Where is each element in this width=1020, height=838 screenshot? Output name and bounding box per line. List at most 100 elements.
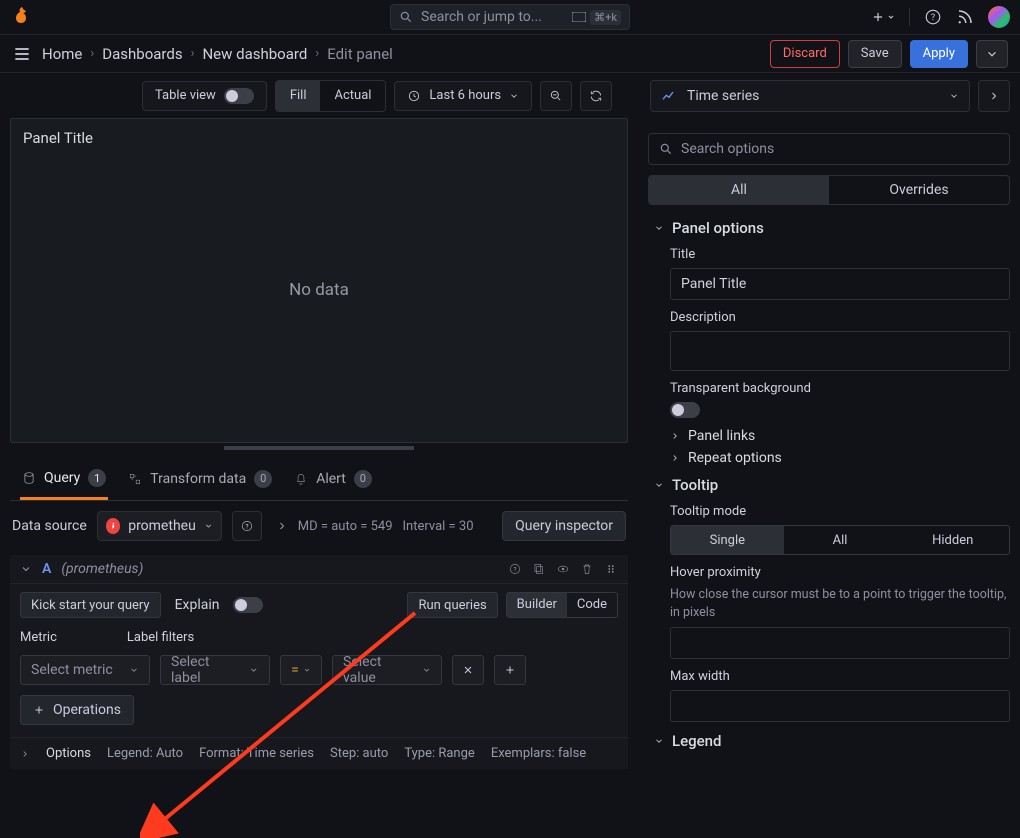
apply-button[interactable]: Apply — [910, 40, 968, 68]
opt-step: Step: auto — [330, 746, 388, 761]
plus-icon — [33, 704, 45, 716]
hamburger-icon — [12, 44, 32, 64]
tab-all[interactable]: All — [649, 176, 829, 204]
visualization-picker[interactable]: Time series — [650, 80, 970, 112]
drag-icon[interactable] — [604, 562, 618, 576]
operator-label: = — [291, 662, 299, 678]
builder-button[interactable]: Builder — [507, 593, 567, 617]
visualization-label: Time series — [687, 88, 939, 104]
collapse-button[interactable] — [978, 80, 1010, 112]
time-range-picker[interactable]: Last 6 hours — [394, 81, 532, 111]
builder-code-segment: Builder Code — [506, 592, 618, 618]
remove-filter-button[interactable] — [452, 655, 484, 685]
panel-preview: Panel Title No data — [10, 118, 628, 443]
save-button[interactable]: Save — [848, 40, 902, 68]
options-search-input[interactable]: Search options — [648, 133, 1010, 165]
chevron-down-icon[interactable] — [20, 563, 32, 575]
crumb-dashboards[interactable]: Dashboards — [102, 45, 182, 63]
help-icon[interactable]: ? — [508, 562, 522, 576]
explain-label: Explain — [175, 597, 220, 613]
tab-transform[interactable]: Transform data 0 — [126, 461, 274, 500]
fill-button[interactable]: Fill — [276, 81, 321, 111]
tab-alert[interactable]: Alert 0 — [292, 461, 374, 500]
table-view-toggle[interactable]: Table view — [142, 81, 267, 111]
chevron-down-icon — [654, 480, 664, 490]
query-inspector-button[interactable]: Query inspector — [502, 511, 626, 541]
hover-prox-input[interactable] — [670, 627, 1010, 659]
explain-toggle[interactable] — [233, 597, 263, 613]
chart-icon — [661, 88, 677, 104]
menu-toggle[interactable] — [12, 44, 32, 64]
discard-button[interactable]: Discard — [770, 40, 840, 68]
tab-transform-label: Transform data — [150, 471, 246, 487]
chevron-down-icon — [422, 665, 431, 675]
panel-links-section[interactable]: Panel links — [670, 428, 1010, 444]
trash-icon[interactable] — [580, 562, 594, 576]
query-letter: A — [42, 561, 51, 577]
user-avatar[interactable] — [988, 6, 1010, 28]
global-search-input[interactable]: Search or jump to... ⌘+k — [390, 4, 630, 30]
repeat-options-section[interactable]: Repeat options — [670, 450, 1010, 466]
toggle-options-button[interactable] — [976, 40, 1008, 68]
opt-format: Format: Time series — [199, 746, 314, 761]
run-queries-button[interactable]: Run queries — [407, 592, 497, 618]
code-button[interactable]: Code — [567, 593, 617, 617]
select-value-placeholder: Select value — [343, 654, 412, 686]
crumb-new-dashboard[interactable]: New dashboard — [202, 45, 307, 63]
kick-start-button[interactable]: Kick start your query — [20, 592, 161, 618]
mode-hidden-button[interactable]: Hidden — [896, 526, 1009, 554]
help-button[interactable]: ? — [924, 8, 942, 26]
actual-button[interactable]: Actual — [320, 81, 385, 111]
max-width-label: Max width — [670, 669, 1010, 684]
transparent-label: Transparent background — [670, 381, 1010, 396]
section-tooltip[interactable]: Tooltip — [654, 476, 1010, 494]
global-search-placeholder: Search or jump to... — [421, 9, 542, 25]
mode-single-button[interactable]: Single — [671, 526, 784, 554]
operator-picker[interactable]: = — [280, 655, 322, 685]
select-metric-picker[interactable]: Select metric — [20, 655, 150, 685]
add-filter-button[interactable] — [494, 655, 526, 685]
title-label: Title — [670, 247, 1010, 262]
zoom-out-button[interactable] — [540, 81, 572, 111]
grafana-logo-icon[interactable] — [10, 5, 34, 29]
datasource-picker[interactable]: prometheus — [97, 511, 222, 541]
refresh-button[interactable] — [580, 81, 612, 111]
tooltip-mode-segment: Single All Hidden — [670, 525, 1010, 555]
section-panel-options[interactable]: Panel options — [654, 219, 1010, 237]
bell-icon — [294, 472, 308, 486]
transparent-toggle[interactable] — [670, 402, 700, 418]
operations-button[interactable]: Operations — [20, 695, 134, 725]
chevron-right-icon — [988, 90, 1000, 102]
datasource-help-button[interactable]: ? — [232, 511, 262, 541]
prometheus-icon — [106, 518, 120, 534]
resize-handle[interactable] — [10, 443, 628, 453]
title-input[interactable]: Panel Title — [670, 268, 1010, 300]
description-input[interactable] — [670, 331, 1010, 371]
chevron-right-icon[interactable] — [20, 749, 30, 759]
max-width-input[interactable] — [670, 690, 1010, 722]
select-label-picker[interactable]: Select label — [160, 655, 270, 685]
options-label[interactable]: Options — [46, 746, 91, 761]
meta-interval: Interval = 30 — [403, 519, 474, 534]
plus-icon — [504, 664, 516, 676]
crumb-home[interactable]: Home — [42, 45, 82, 63]
switch-icon — [224, 88, 254, 104]
news-button[interactable] — [956, 8, 974, 26]
divider — [909, 8, 910, 26]
datasource-name: prometheus — [128, 518, 196, 534]
section-legend[interactable]: Legend — [654, 732, 1010, 750]
svg-text:?: ? — [513, 565, 516, 573]
tab-overrides[interactable]: Overrides — [829, 176, 1009, 204]
chevron-down-icon — [887, 13, 895, 21]
add-button[interactable] — [871, 10, 895, 24]
chevron-right-icon[interactable] — [276, 520, 288, 532]
time-range-label: Last 6 hours — [429, 88, 501, 103]
eye-icon[interactable] — [556, 562, 570, 576]
panel-title: Panel Title — [23, 129, 615, 147]
search-icon — [399, 10, 413, 24]
copy-icon[interactable] — [532, 562, 546, 576]
search-icon — [659, 142, 673, 156]
mode-all-button[interactable]: All — [784, 526, 897, 554]
tab-query[interactable]: Query 1 — [20, 461, 108, 500]
select-value-picker[interactable]: Select value — [332, 655, 442, 685]
